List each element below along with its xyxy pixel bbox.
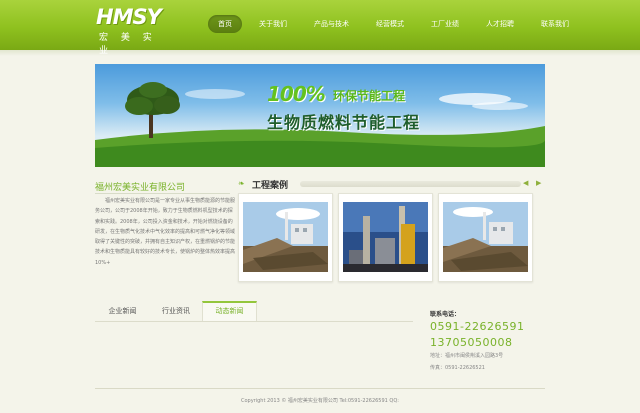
nav-home[interactable]: 首页: [208, 15, 242, 33]
cases-prev-button[interactable]: ◀: [523, 179, 528, 187]
cases-next-button[interactable]: ▶: [536, 179, 541, 187]
nav-products[interactable]: 产品与技术: [304, 15, 359, 33]
leaf-icon: ❧: [238, 179, 245, 188]
divider: [95, 193, 230, 194]
hero-banner: 100% 环保节能工程 生物质燃料节能工程: [95, 64, 545, 167]
company-intro: 福州宏美实业有限公司是一家专业从事生物质能源的节能服务公司，公司于2008年开始…: [95, 198, 236, 266]
footer-divider: [95, 388, 545, 389]
contact-phone-2: 13705050008: [430, 336, 513, 349]
nav-factory-performance[interactable]: 工厂业绩: [421, 15, 469, 33]
case-card[interactable]: [338, 193, 433, 282]
logo-mark: HMSY: [96, 5, 162, 29]
logo-subtitle: 宏 美 实 业: [99, 33, 157, 56]
case-card[interactable]: [438, 193, 533, 282]
contact-address: 地址：福州市闽侯荆溪入园路3号: [430, 353, 504, 359]
contact-label: 联系电话：: [430, 311, 461, 318]
company-title[interactable]: 福州宏美实业有限公司: [95, 180, 185, 193]
footer-copyright: Copyright 2013 © 福州宏美实业有限公司 Tel:0591-226…: [241, 398, 399, 404]
main-nav: 首页 关于我们 产品与技术 经营模式 工厂业绩 人才招聘 联系我们: [208, 15, 586, 35]
banner-headline-2: 生物质燃料节能工程: [267, 113, 421, 132]
tab-dynamic-news[interactable]: 动态新闻: [202, 301, 257, 321]
contact-fax: 传真：0591-22626521: [430, 365, 485, 371]
banner-headline-1: 环保节能工程: [333, 89, 406, 103]
tabs-divider: [95, 321, 413, 322]
cases-title-bar: [300, 181, 521, 187]
nav-careers[interactable]: 人才招聘: [476, 15, 524, 33]
nav-contact[interactable]: 联系我们: [531, 15, 579, 33]
case-photo-plant: [443, 198, 528, 277]
case-photo-refinery: [343, 198, 428, 277]
news-tabs: 企业新闻 行业资讯 动态新闻: [95, 301, 405, 321]
case-photo-plant: [243, 198, 328, 277]
case-card[interactable]: [238, 193, 333, 282]
site-logo[interactable]: HMSY 宏 美 实 业: [96, 5, 178, 56]
nav-about[interactable]: 关于我们: [249, 15, 297, 33]
tab-industry-info[interactable]: 行业资讯: [150, 301, 202, 321]
cases-title: 工程案例: [252, 181, 289, 191]
nav-business-model[interactable]: 经营模式: [366, 15, 414, 33]
contact-phone-1: 0591-22626591: [430, 320, 525, 333]
banner-percent: 100%: [267, 82, 326, 106]
tab-company-news[interactable]: 企业新闻: [95, 301, 150, 321]
